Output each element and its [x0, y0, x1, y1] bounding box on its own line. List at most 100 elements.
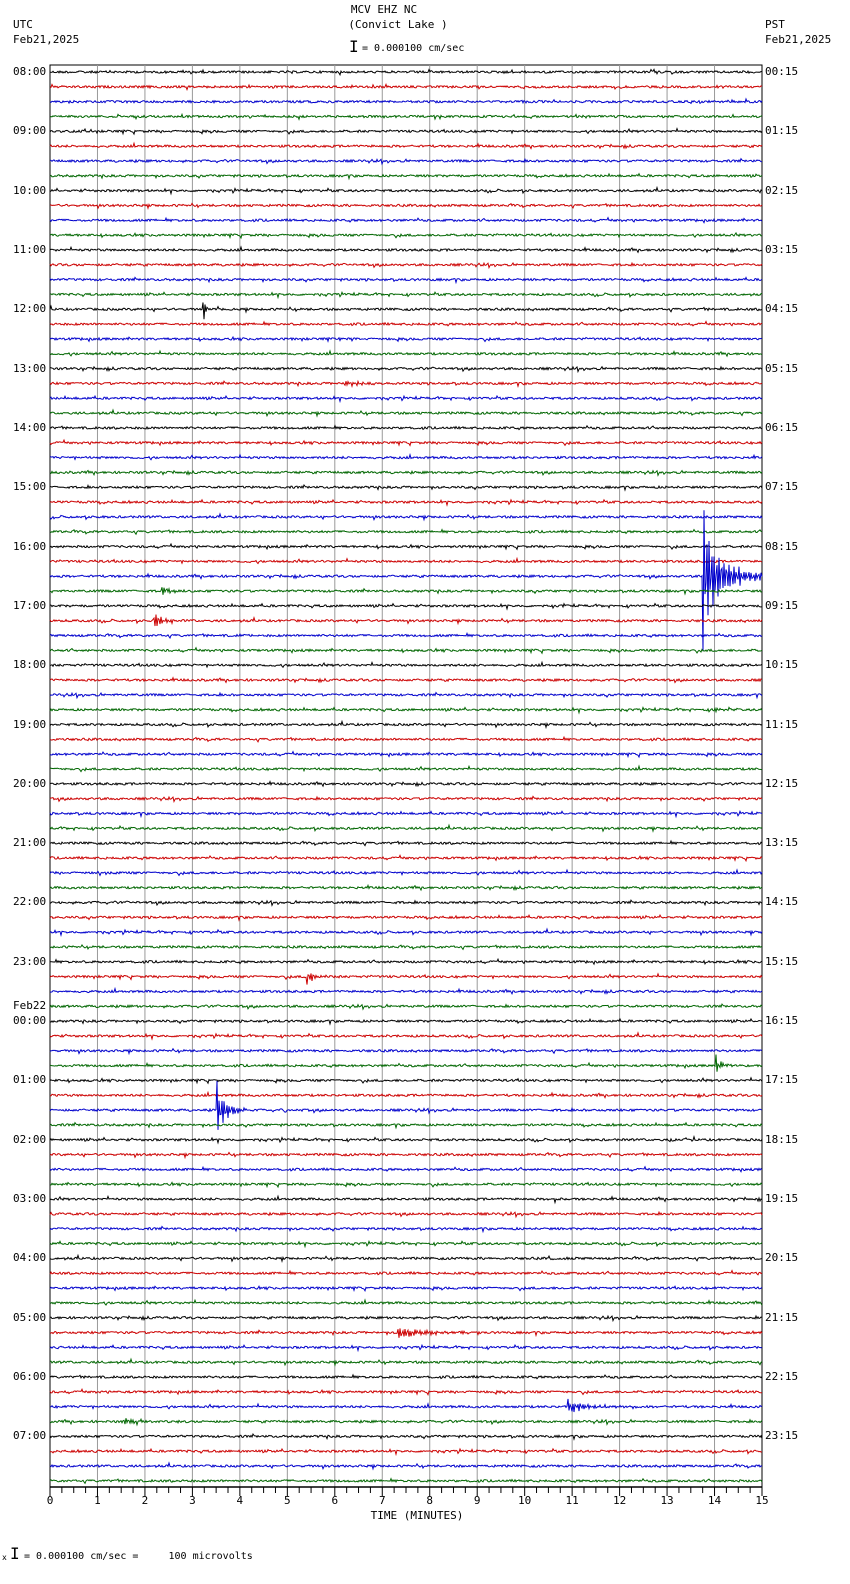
seismic-trace — [50, 68, 763, 77]
seismic-trace — [49, 1398, 763, 1413]
seismic-trace — [50, 839, 763, 847]
utc-hour-label: 22:00 — [13, 895, 47, 909]
seismic-trace — [49, 512, 763, 522]
seismic-trace — [49, 231, 763, 240]
seismic-trace — [49, 1447, 763, 1457]
x-tick-label: 9 — [473, 1494, 481, 1507]
seismic-trace — [49, 676, 763, 684]
x-axis-title: TIME (MINUTES) — [370, 1509, 464, 1522]
seismic-trace — [49, 1314, 763, 1323]
utc-hour-label: 05:00 — [13, 1310, 47, 1324]
pst-hour-label: 05:15 — [765, 361, 799, 375]
seismic-trace — [49, 614, 763, 627]
seismic-trace — [49, 586, 763, 596]
helicorder-plot — [49, 64, 763, 1496]
seismic-trace — [50, 1181, 763, 1189]
seismic-trace — [49, 868, 763, 877]
seismic-trace — [49, 1298, 763, 1306]
seismic-trace — [49, 172, 763, 181]
seismic-trace — [49, 1240, 763, 1249]
pst-hour-label: 22:15 — [765, 1370, 799, 1384]
seismic-trace — [49, 127, 763, 136]
seismic-trace — [49, 1343, 763, 1353]
seismic-trace — [49, 1121, 763, 1130]
utc-hour-label: 03:00 — [13, 1192, 47, 1206]
seismic-trace — [50, 1417, 763, 1427]
utc-hour-label: 02:00 — [13, 1132, 47, 1146]
seismic-trace — [49, 1047, 763, 1056]
seismic-trace — [49, 83, 763, 92]
x-tick-label: 14 — [707, 1494, 722, 1507]
seismic-trace — [49, 276, 763, 285]
x-tick-label: 4 — [236, 1494, 244, 1507]
seismic-trace — [49, 349, 763, 358]
utc-hour-label: 08:00 — [13, 65, 47, 78]
seismic-trace — [49, 542, 763, 551]
seismic-trace — [50, 483, 763, 492]
seismic-trace — [49, 602, 762, 611]
seismic-trace — [49, 1461, 763, 1471]
pst-hour-label: 03:15 — [765, 242, 799, 256]
pst-hour-label: 10:15 — [765, 658, 799, 672]
x-tick-label: 7 — [378, 1494, 386, 1507]
utc-hour-label: 00:00 — [13, 1014, 47, 1028]
pst-hour-label: 13:15 — [765, 836, 799, 850]
seismic-trace — [49, 1285, 763, 1293]
footer-scale-label: = 0.000100 cm/sec = 100 microvolts — [24, 1551, 253, 1562]
seismic-trace — [49, 1210, 763, 1219]
seismic-trace — [49, 157, 763, 166]
pst-hour-label: 17:15 — [765, 1073, 799, 1087]
seismic-trace — [49, 1433, 763, 1441]
utc-hour-label: 19:00 — [13, 717, 47, 731]
pst-hour-label: 06:15 — [765, 420, 799, 434]
x-tick-label: 10 — [518, 1494, 532, 1507]
seismic-trace — [49, 750, 763, 759]
pst-hour-label: 12:15 — [765, 776, 799, 790]
seismic-trace — [49, 823, 763, 833]
seismic-trace — [49, 957, 763, 966]
seismic-trace — [49, 394, 763, 404]
utc-hour-label: 01:00 — [13, 1073, 47, 1087]
x-tick-label: 1 — [94, 1494, 101, 1507]
x-tick-label: 5 — [284, 1494, 291, 1507]
footer-scale-bar-icon: I — [10, 1544, 20, 1563]
x-tick-label: 6 — [331, 1494, 339, 1507]
seismic-trace — [49, 1373, 763, 1380]
seismic-trace — [49, 735, 763, 743]
seismic-trace — [49, 764, 763, 773]
seismic-trace — [49, 883, 763, 892]
pst-hour-label: 08:15 — [765, 539, 799, 553]
seismic-trace — [49, 1269, 763, 1276]
seismic-trace — [49, 438, 763, 447]
seismic-trace — [49, 631, 763, 640]
utc-hour-label: 16:00 — [13, 539, 47, 553]
seismic-trace — [49, 365, 763, 374]
pst-hour-label: 18:15 — [765, 1132, 799, 1146]
seismic-trace — [49, 913, 763, 922]
seismic-trace — [49, 1477, 763, 1485]
utc-hour-label: 10:00 — [13, 183, 47, 197]
seismic-trace — [49, 809, 763, 819]
seismic-trace — [50, 986, 763, 996]
pst-hour-label: 01:15 — [765, 124, 799, 138]
seismic-trace — [49, 1165, 763, 1173]
seismic-trace — [49, 556, 763, 565]
x-tick-label: 12 — [612, 1494, 627, 1507]
seismic-trace — [49, 202, 763, 210]
utc-hour-label: 21:00 — [13, 836, 47, 850]
x-tick-label: 3 — [189, 1494, 196, 1507]
utc-hour-label: 11:00 — [13, 242, 47, 256]
seismic-trace — [49, 261, 763, 270]
seismic-trace — [49, 1225, 763, 1234]
seismic-trace — [49, 1328, 763, 1338]
seismic-trace — [49, 691, 763, 700]
seismic-trace — [49, 972, 763, 985]
seismic-trace — [49, 302, 763, 320]
utc-hour-label: 12:00 — [13, 302, 47, 316]
seismic-trace — [49, 706, 763, 715]
footer-mark: x — [2, 1553, 7, 1562]
utc-hour-label: 06:00 — [13, 1370, 47, 1384]
utc-hour-label: 14:00 — [13, 420, 47, 434]
x-tick-label: 11 — [565, 1494, 579, 1507]
utc-hour-label: 04:00 — [13, 1251, 47, 1265]
